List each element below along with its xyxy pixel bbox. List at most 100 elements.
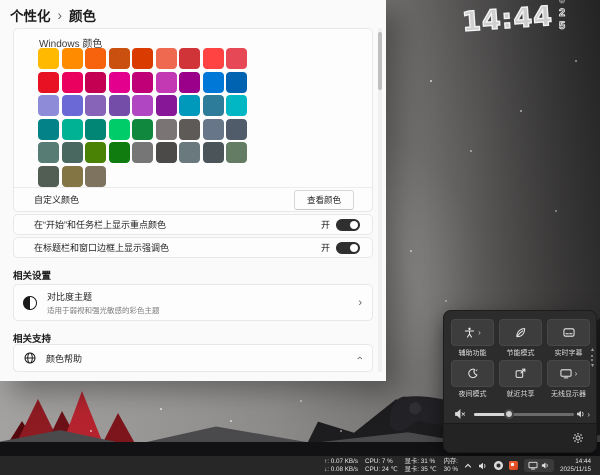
chevron-right-icon: › <box>574 369 578 378</box>
color-swatch[interactable] <box>61 48 83 69</box>
color-swatch[interactable] <box>85 71 106 93</box>
color-swatch[interactable] <box>38 165 59 187</box>
color-swatch[interactable] <box>132 142 153 163</box>
color-swatch[interactable] <box>155 118 177 140</box>
quick-settings-footer <box>444 423 596 452</box>
color-swatch[interactable] <box>38 95 59 116</box>
accent-on-titlebars-toggle[interactable] <box>336 241 360 254</box>
color-swatch[interactable] <box>108 118 130 140</box>
color-swatch[interactable] <box>38 118 59 140</box>
energy-saver-tile[interactable] <box>499 319 542 346</box>
accent-on-start-taskbar-toggle[interactable] <box>336 218 360 231</box>
color-swatch[interactable] <box>202 142 224 163</box>
color-swatch[interactable] <box>226 71 247 93</box>
live-captions-tile[interactable] <box>547 319 590 346</box>
color-swatch[interactable] <box>155 71 177 93</box>
volume-slider-thumb[interactable] <box>504 409 514 419</box>
contrast-icon <box>23 295 37 310</box>
color-swatch[interactable] <box>202 71 224 93</box>
color-swatch[interactable] <box>202 118 224 140</box>
color-swatch[interactable] <box>38 48 59 69</box>
traffic-monitor[interactable]: ↑: 0.07 KB/s ↓: 0.08 KB/s CPU: 7 % CPU: … <box>324 458 458 474</box>
color-swatch[interactable] <box>85 142 106 163</box>
pager-up-arrow[interactable]: ▴ <box>591 347 594 353</box>
color-swatch[interactable] <box>226 48 247 69</box>
color-swatch[interactable] <box>179 95 200 116</box>
accent-on-start-taskbar-label: 在“开始”和任务栏上显示重点颜色 <box>34 220 166 230</box>
color-swatch[interactable] <box>155 95 177 116</box>
toggle-state-label: 开 <box>320 220 330 230</box>
accessibility-tile[interactable]: › <box>451 319 494 346</box>
taskbar: ↑: 0.07 KB/s ↓: 0.08 KB/s CPU: 7 % CPU: … <box>0 456 600 475</box>
chevron-right-icon: › <box>478 328 481 337</box>
color-swatch[interactable] <box>179 48 200 69</box>
color-swatch[interactable] <box>85 95 106 116</box>
breadcrumb-personalization[interactable]: 个性化 <box>10 5 51 25</box>
color-swatch[interactable] <box>108 142 130 163</box>
system-tray: 14:44 2025/11/15 <box>464 458 596 474</box>
tray-app-circle-icon[interactable] <box>493 461 503 470</box>
color-swatch[interactable] <box>132 48 153 69</box>
color-swatch[interactable] <box>61 71 83 93</box>
night-light-tile[interactable] <box>451 360 494 387</box>
live-captions-icon <box>562 328 575 337</box>
tile-label: 就近共享 <box>506 391 535 398</box>
chevron-up-icon[interactable]: › <box>354 356 366 360</box>
color-swatch[interactable] <box>202 95 224 116</box>
night-light-icon <box>468 368 478 379</box>
chevron-right-icon: › <box>358 296 362 309</box>
tray-overflow-chevron-icon[interactable] <box>464 462 472 470</box>
color-swatch[interactable] <box>85 118 106 140</box>
cast-icon <box>560 369 572 379</box>
color-swatch[interactable] <box>132 118 153 140</box>
audio-output-button[interactable]: › <box>576 409 590 419</box>
color-swatch[interactable] <box>108 48 130 69</box>
color-help-row[interactable]: 颜色帮助 › <box>13 344 373 372</box>
clock-second-digit: 5 <box>559 20 566 33</box>
accent-on-start-taskbar-row: 在“开始”和任务栏上显示重点颜色 开 <box>13 214 373 235</box>
volume-slider[interactable] <box>474 409 574 419</box>
net-up-speed: ↑: 0.07 KB/s <box>324 457 359 465</box>
color-swatch[interactable] <box>108 71 130 93</box>
nearby-sharing-tile[interactable] <box>499 360 542 387</box>
color-swatch[interactable] <box>61 142 83 163</box>
color-palette-grid <box>38 48 247 187</box>
view-colors-button[interactable]: 查看颜色 <box>293 189 354 210</box>
color-swatch[interactable] <box>226 95 247 116</box>
color-swatch[interactable] <box>202 48 224 69</box>
color-swatch[interactable] <box>179 71 200 93</box>
quick-settings-pager[interactable]: ▴ ▾ <box>591 347 594 369</box>
color-swatch[interactable] <box>179 118 200 140</box>
color-swatch[interactable] <box>38 71 59 93</box>
wireless-display-tile[interactable]: › <box>547 360 590 387</box>
quick-settings-button[interactable] <box>523 459 554 472</box>
windows-colors-card: Windows 颜色 自定义颜色 查看颜色 <box>13 28 373 212</box>
taskbar-date: 2025/11/15 <box>559 465 591 473</box>
color-swatch[interactable] <box>132 71 153 93</box>
volume-mute-icon[interactable] <box>454 408 466 420</box>
color-swatch[interactable] <box>108 95 130 116</box>
color-swatch[interactable] <box>85 48 106 69</box>
color-swatch[interactable] <box>226 142 247 163</box>
color-swatch[interactable] <box>155 142 177 163</box>
quick-settings-panel: › 辅助功能 节能模式 实时字幕 夜间模式 就近共享 › 无线显示器 ▴ ▾ › <box>443 310 597 453</box>
color-swatch[interactable] <box>61 118 83 140</box>
scrollbar-thumb[interactable] <box>378 32 382 90</box>
color-swatch[interactable] <box>226 118 247 140</box>
color-swatch[interactable] <box>85 165 106 187</box>
color-swatch[interactable] <box>155 48 177 69</box>
desktop-clock-widget: 14:44 0 2 5 <box>460 0 592 42</box>
color-swatch[interactable] <box>132 95 153 116</box>
color-swatch[interactable] <box>61 95 83 116</box>
tile-label: 节能模式 <box>506 350 535 357</box>
pager-down-arrow[interactable]: ▾ <box>591 363 594 369</box>
settings-gear-icon[interactable] <box>572 432 584 444</box>
tray-app-orange-icon[interactable] <box>508 461 518 470</box>
accent-on-titlebars-row: 在标题栏和窗口边框上显示强调色 开 <box>13 237 373 258</box>
contrast-themes-row[interactable]: 对比度主题 适用于弱视和强光敏感的彩色主题 › <box>13 284 373 321</box>
taskbar-clock[interactable]: 14:44 2025/11/15 <box>560 458 591 474</box>
color-swatch[interactable] <box>61 165 83 187</box>
color-swatch[interactable] <box>38 142 59 163</box>
color-swatch[interactable] <box>179 142 200 163</box>
tray-volume-icon[interactable] <box>478 461 488 471</box>
